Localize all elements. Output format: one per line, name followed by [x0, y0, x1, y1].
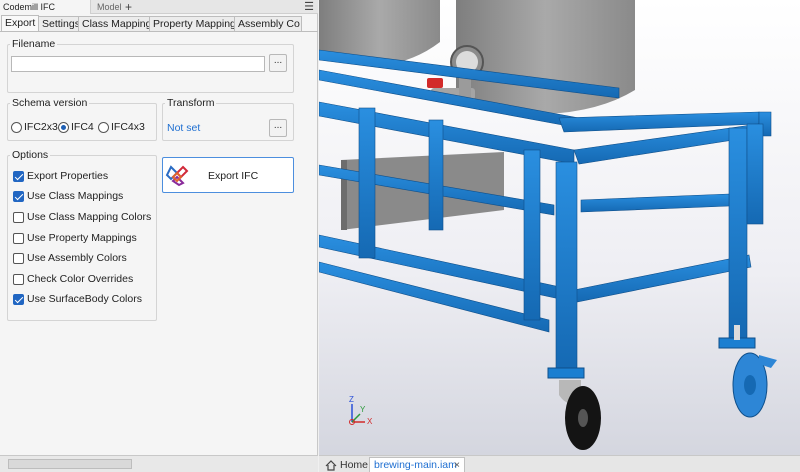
radio-ifc4[interactable]: IFC4 [58, 121, 94, 133]
document-tab-bar: Home brewing-main.iam × [319, 455, 800, 472]
radio-ifc2x3-label: IFC2x3 [24, 121, 58, 133]
progress-bar [8, 459, 132, 469]
file-tab-label: brewing-main.iam [374, 459, 457, 471]
axis-y-label: Y [360, 405, 366, 414]
tab-home[interactable]: Home [321, 457, 372, 472]
radio-ifc4x3-circle[interactable] [98, 121, 109, 133]
close-tab-icon[interactable]: × [454, 458, 460, 472]
ifc-logo-icon [165, 165, 189, 187]
tab-export[interactable]: Export [1, 15, 39, 31]
option-label: Use SurfaceBody Colors [27, 293, 142, 305]
panel-tab-ifc-exporter[interactable]: Codemill IFC Exporter [0, 0, 91, 26]
option-use-surfacebody-colors[interactable]: Use SurfaceBody Colors [13, 292, 142, 306]
exporter-tabs: Export Settings Class Mappings Property … [0, 15, 318, 32]
radio-ifc4-circle[interactable] [58, 121, 69, 133]
tab-brewing-main[interactable]: brewing-main.iam × [369, 457, 465, 472]
radio-ifc2x3[interactable]: IFC2x3 [11, 121, 58, 133]
axis-z-label: Z [349, 395, 354, 404]
checkbox-check-color-overrides[interactable] [13, 273, 24, 285]
browse-filename-button[interactable]: ... [269, 54, 287, 72]
transform-legend: Transform [167, 97, 215, 109]
axis-triad-icon[interactable]: Z X Y [349, 395, 373, 426]
option-label: Export Properties [27, 170, 109, 182]
axis-x-label: X [367, 417, 373, 426]
option-check-color-overrides[interactable]: Check Color Overrides [13, 272, 133, 286]
browse-transform-button[interactable]: ... [269, 119, 287, 137]
panel-status-bar [0, 455, 318, 472]
filename-legend: Filename [12, 38, 56, 50]
tab-settings[interactable]: Settings [38, 16, 79, 31]
option-label: Use Class Mapping Colors [27, 211, 152, 223]
checkbox-use-assembly-colors[interactable] [13, 252, 24, 264]
option-label: Use Property Mappings [27, 232, 137, 244]
panel-tab-model[interactable]: Model [94, 0, 125, 14]
schema-version-legend: Schema version [12, 97, 88, 109]
tab-property-mappings[interactable]: Property Mappings [149, 16, 235, 31]
export-ifc-button[interactable]: Export IFC [162, 157, 294, 193]
radio-ifc4x3[interactable]: IFC4x3 [98, 121, 145, 133]
3d-viewport[interactable]: Z X Y [319, 0, 800, 455]
radio-ifc4-label: IFC4 [71, 121, 94, 133]
checkbox-use-class-mapping-colors[interactable] [13, 211, 24, 223]
schema-version-group: Schema version [7, 97, 157, 141]
radio-ifc4x3-label: IFC4x3 [111, 121, 145, 133]
option-use-property-mappings[interactable]: Use Property Mappings [13, 231, 137, 245]
checkbox-use-class-mappings[interactable] [13, 190, 24, 202]
panel-header: Codemill IFC Exporter Model + ☰ [0, 0, 318, 26]
option-export-properties[interactable]: Export Properties [13, 169, 108, 183]
caster-rear [718, 325, 777, 418]
ifc-exporter-panel: Codemill IFC Exporter Model + ☰ Export S… [0, 0, 318, 472]
option-label: Use Class Mappings [27, 190, 124, 202]
checkbox-use-surfacebody-colors[interactable] [13, 293, 24, 305]
brewing-rig-model: Z X Y [319, 0, 777, 450]
radio-ifc2x3-circle[interactable] [11, 121, 22, 133]
transform-value[interactable]: Not set [167, 122, 200, 134]
option-use-assembly-colors[interactable]: Use Assembly Colors [13, 251, 127, 265]
home-icon [325, 459, 337, 471]
export-ifc-label: Export IFC [208, 170, 259, 182]
caster-front [547, 367, 601, 450]
option-use-class-mapping-colors[interactable]: Use Class Mapping Colors [13, 210, 151, 224]
option-label: Use Assembly Colors [27, 252, 127, 264]
checkbox-export-properties[interactable] [13, 170, 24, 182]
options-legend: Options [12, 149, 49, 161]
filename-input[interactable] [11, 56, 265, 72]
menu-icon[interactable]: ☰ [304, 0, 314, 14]
tab-assembly-colors[interactable]: Assembly Co [234, 16, 302, 31]
checkbox-use-property-mappings[interactable] [13, 232, 24, 244]
tab-class-mappings[interactable]: Class Mappings [78, 16, 150, 31]
option-label: Check Color Overrides [27, 273, 134, 285]
add-panel-tab-button[interactable]: + [122, 0, 135, 14]
option-use-class-mappings[interactable]: Use Class Mappings [13, 189, 123, 203]
home-tab-label: Home [340, 458, 369, 471]
